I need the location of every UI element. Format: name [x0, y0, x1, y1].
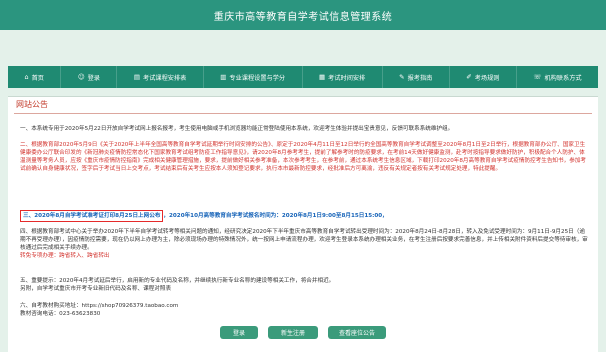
seat-notice-button[interactable]: 查看座位公告	[328, 326, 386, 339]
section-title: 网站公告	[16, 100, 48, 109]
notice-4: 四、根据教育部考试中心关于举办2020年下半年自学考试转考等相关问题的通知，经研…	[20, 228, 588, 260]
main-nav: ⌂ 首页 ☺ 登录 ▤ 考试课程安排表 ▥ 专业课程设置与学分 ▦ 考试时间安排 ✎ 报考指…	[8, 66, 598, 88]
phone-icon: ☏	[533, 73, 542, 81]
book-icon: ▥	[220, 73, 227, 81]
nav-label: 专业课程设置与学分	[229, 74, 286, 82]
home-icon: ⌂	[24, 73, 29, 81]
nav-guide[interactable]: ✎ 报考指南	[383, 66, 450, 88]
nav-exam-schedule[interactable]: ▤ 考试课程安排表	[117, 66, 204, 88]
notice-6: 六、自考教材购买地址：https://shop70926379.taobao.c…	[20, 302, 588, 318]
nav-label: 首页	[31, 74, 44, 82]
user-icon: ☺	[77, 73, 85, 81]
register-button[interactable]: 新生注册	[268, 326, 318, 339]
nav-contact[interactable]: ☏ 机构联系方式	[517, 66, 598, 88]
notice-2-text-cont: 考点，考试结束后有关考生应按本人须知登记要求，执行本市最新防控要求，经批准后方可…	[137, 166, 502, 172]
notice-6-text[interactable]: 六、自考教材购买地址：https://shop70926379.taobao.c…	[20, 303, 178, 309]
notice-3-highlight-link[interactable]: 三、2020年8月自学考试准考证打印8月25日上网公布	[20, 210, 164, 222]
announcement-panel: 网站公告 一、本系统专用于2020年5月22日开放自学考试网上报名报考，考生使用…	[8, 96, 598, 352]
top-header: 重庆市高等教育自学考试信息管理系统	[0, 0, 606, 30]
notice-5: 五、重要提示：2020年4月考试延后举行，启用新的专业代码及名称，并继续执行新专…	[20, 277, 588, 293]
notice-4-text: 四、根据教育部考试中心关于举办2020年下半年自学考试转考等相关问题的通知，经研…	[20, 229, 588, 251]
nav-major-courses[interactable]: ▥ 专业课程设置与学分	[204, 66, 303, 88]
notice-1: 一、本系统专用于2020年5月22日开放自学考试网上报名报考，考生使用电脑或手机…	[20, 126, 454, 132]
table-icon: ▦	[318, 73, 326, 81]
calendar-icon: ▤	[133, 73, 141, 81]
system-title: 重庆市高等教育自学考试信息管理系统	[213, 12, 393, 23]
action-buttons: 登录 新生注册 查看座位公告	[8, 326, 598, 339]
nav-label: 报考指南	[407, 74, 433, 82]
nav-login[interactable]: ☺ 登录	[61, 66, 118, 88]
signup-icon: ✎	[399, 73, 405, 81]
notice-5-text: 五、重要提示：2020年4月考试延后举行，启用新的专业代码及名称，并继续执行新专…	[20, 278, 335, 284]
login-button[interactable]: 登录	[220, 326, 258, 339]
nav-label: 机构联系方式	[544, 74, 582, 82]
notice-2: 二、根据教育部2020年5月9日《关于2020年上半年全国高等教育自学考试延期举…	[20, 141, 588, 173]
nav-label: 登录	[87, 74, 100, 82]
notice-3-link[interactable]: ，2020年10月高等教育自学考试报名时间为：2020年8月1日9:00至8月1…	[163, 213, 387, 219]
nav-rules[interactable]: ✐ 考场规则	[450, 66, 517, 88]
nav-home[interactable]: ⌂ 首页	[8, 66, 62, 88]
help-icon: ✐	[466, 73, 472, 81]
nav-label: 考试时间安排	[328, 74, 366, 82]
notice-6-phone: 教材咨询电话：023-63623830	[20, 311, 101, 317]
nav-exam-time[interactable]: ▦ 考试时间安排	[303, 66, 383, 88]
nav-label: 考场规则	[474, 74, 500, 82]
notice-5-sub[interactable]: 另附，自学考试重庆市开考专业新旧代码及名称、课程对照表	[20, 286, 171, 292]
notice-4-red: 转免专项办理：跨省转入、跨省转出	[20, 253, 110, 259]
nav-label: 考试课程安排表	[143, 74, 187, 82]
notice-3: 三、2020年8月自学考试准考证打印8月25日上网公布 ，2020年10月高等教育…	[20, 210, 588, 222]
title-divider	[14, 113, 592, 114]
